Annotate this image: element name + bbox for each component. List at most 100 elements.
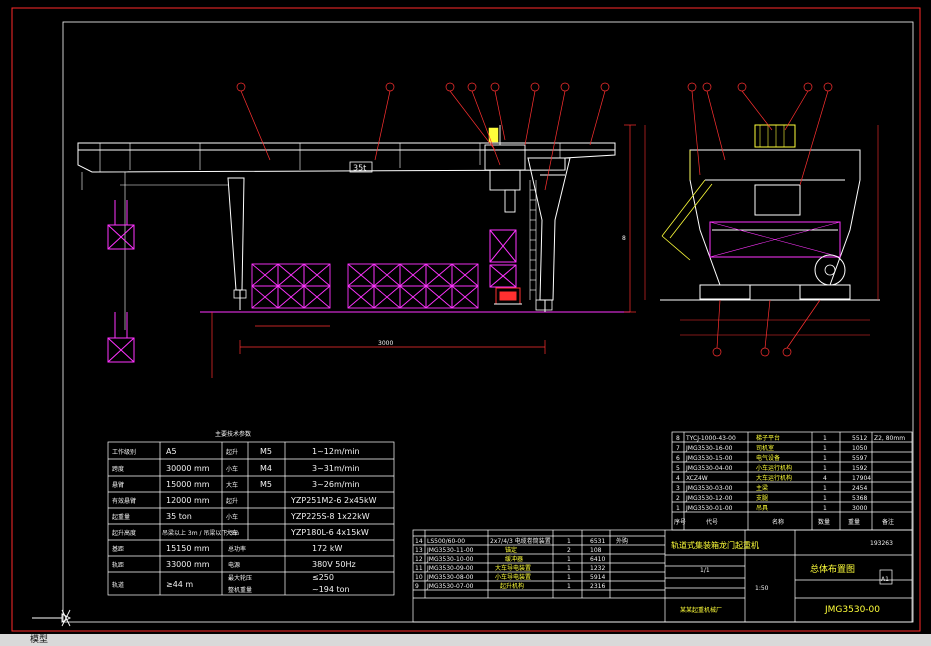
truck xyxy=(494,287,522,305)
cable-reel xyxy=(814,254,846,286)
speed-mech: 起升 xyxy=(226,448,238,456)
param-label: 轨距 xyxy=(112,561,124,569)
bom-code: JMG3530-09-00 xyxy=(426,565,474,572)
hoist-left-upper xyxy=(107,200,135,250)
side-callouts xyxy=(687,82,833,357)
bom-name: 2x7/4/3 电缆卷筒装置 xyxy=(490,537,551,545)
param-value: 15000 mm xyxy=(166,480,210,489)
bom-weight: 6410 xyxy=(590,556,605,563)
power-value: ≤250 xyxy=(312,573,334,582)
hoist-right xyxy=(489,229,517,288)
power-label: 最大轮压 xyxy=(228,574,252,582)
params-title: 主要技术参数 xyxy=(215,430,251,438)
bom-code: LS500/60-00 xyxy=(427,538,465,545)
model-tab[interactable]: 模型 xyxy=(30,635,48,645)
bom-code: JMG3530-04-00 xyxy=(685,465,733,472)
bom-no: 8 xyxy=(676,435,680,442)
motor-mech: 起升 xyxy=(226,497,238,505)
bom-qty: 1 xyxy=(823,495,827,502)
bom-header-name: 名称 xyxy=(772,518,784,526)
side-elevation xyxy=(644,82,880,357)
drawing-name: 轨道式集装箱龙门起重机 xyxy=(671,540,759,550)
params-left-col: 工作级别 A5 跨度 30000 mm 悬臂 15000 mm 有效悬臂 120… xyxy=(112,447,239,589)
bom-name: 大车运行机构 xyxy=(756,474,792,482)
param-label: 跨度 xyxy=(112,465,124,473)
speed-mech: 小车 xyxy=(226,465,238,473)
bom-name: 小车导电装置 xyxy=(495,573,531,581)
bom-code: JMG3530-10-00 xyxy=(426,556,474,563)
param-value: 30000 mm xyxy=(166,464,210,473)
bom-no: 14 xyxy=(415,538,423,545)
bom-qty: 1 xyxy=(567,583,571,590)
bom-right-table: 8 TYCJ-1000-43-00 梯子平台 1 5512 Z2, 80mm 7… xyxy=(671,431,913,531)
bom-code: JMG3530-11-00 xyxy=(426,547,474,554)
bom-no: 11 xyxy=(415,565,423,572)
param-label: 悬臂 xyxy=(112,481,124,489)
side-frame xyxy=(660,149,880,301)
power-label: 整机重量 xyxy=(228,586,252,594)
bom-name: 起升机构 xyxy=(500,582,524,590)
speed-grade: M5 xyxy=(260,447,272,456)
bom-no: 10 xyxy=(415,574,423,581)
ladder xyxy=(529,180,537,300)
bom-weight: 5368 xyxy=(852,495,867,502)
bom-note: 外购 xyxy=(616,537,628,545)
motor-value: YZP225S-8 1x22kW xyxy=(290,512,370,521)
bom-name: 缓冲器 xyxy=(505,555,523,563)
layout-tab-strip[interactable]: 模型 xyxy=(0,634,931,646)
power-value: 380V 50Hz xyxy=(312,560,356,569)
bom-code: JMG3530-03-00 xyxy=(685,485,733,492)
sheet-size: A1 xyxy=(881,576,889,583)
bom-weight: 6531 xyxy=(590,538,605,545)
hoist-left-lower xyxy=(107,312,135,363)
bom-qty: 4 xyxy=(823,475,827,482)
bom-weight: 3000 xyxy=(852,505,867,512)
param-value: 12000 mm xyxy=(166,496,210,505)
bom-header-weight: 重量 xyxy=(848,518,860,526)
bom-name: 吊具 xyxy=(756,505,768,512)
bom-qty: 1 xyxy=(823,485,827,492)
bom-weight: 5512 xyxy=(852,435,867,442)
bom-no: 7 xyxy=(676,445,680,452)
bom-weight: 108 xyxy=(590,547,602,554)
bom-name: 大车导电装置 xyxy=(495,564,531,572)
container-stack-2 xyxy=(347,263,479,309)
motor-mech: 小车 xyxy=(226,513,238,521)
bom-name: 主梁 xyxy=(756,484,768,492)
bom-qty: 1 xyxy=(567,556,571,563)
front-dimensions xyxy=(211,124,636,378)
bom-weight: 2316 xyxy=(590,583,605,590)
bom-qty: 1 xyxy=(823,445,827,452)
param-value: 35 ton xyxy=(166,512,192,521)
bom-weight: 17904 xyxy=(852,475,871,482)
side-trolley-top xyxy=(754,124,796,148)
motor-value: YZP251M2-6 2x45kW xyxy=(290,496,377,505)
bom-no: 13 xyxy=(415,547,423,554)
param-value: A5 xyxy=(166,447,177,456)
bom-weight: 1232 xyxy=(590,565,605,572)
motor-mech: 大车 xyxy=(226,529,238,537)
param-label: 工作级别 xyxy=(112,448,136,456)
company-name: 某某起重机械厂 xyxy=(680,606,722,614)
bom-no: 5 xyxy=(676,465,680,472)
bom-no: 6 xyxy=(676,455,680,462)
params-table: 主要技术参数 工作级别 A5 跨度 30000 mm 悬臂 15000 mm 有… xyxy=(107,430,395,596)
bom-name: 锚定 xyxy=(505,546,517,554)
param-label: 基距 xyxy=(112,545,124,553)
power-value: 172 kW xyxy=(312,544,342,553)
front-height-label: 8 xyxy=(622,235,626,242)
left-leg xyxy=(120,172,247,330)
bom-no: 4 xyxy=(676,475,680,482)
speed-grade: M4 xyxy=(260,464,272,473)
bom-no: 2 xyxy=(676,495,680,502)
girder-tag-text: 35t xyxy=(353,164,366,173)
bom-weight: 5914 xyxy=(590,574,605,581)
bom-name: 司机室 xyxy=(756,444,774,452)
bom-code: JMG3530-01-00 xyxy=(685,505,733,512)
bom-name: 梯子平台 xyxy=(756,434,780,442)
power-value: ~194 ton xyxy=(312,585,350,594)
bom-note: Z2, 80mm xyxy=(874,435,905,442)
cad-drawing-canvas[interactable]: 35t 3000 8 主要技术参数 工作级别 A5 跨度 30000 mm 悬臂… xyxy=(0,0,931,646)
bom-qty: 1 xyxy=(567,565,571,572)
title-block: 14 LS500/60-00 2x7/4/3 电缆卷筒装置 1 6531 外购 … xyxy=(412,529,913,623)
